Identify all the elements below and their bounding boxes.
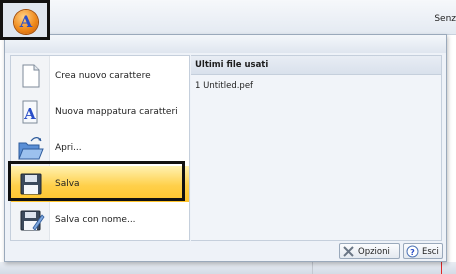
menu-item-label: Salva con nome...	[55, 215, 136, 225]
menu-item-label: Crea nuovo carattere	[55, 71, 151, 81]
exit-button[interactable]: ? Esci	[403, 243, 443, 259]
open-folder-icon	[11, 130, 49, 166]
title-bar: Senz	[0, 0, 456, 35]
options-button[interactable]: Opzioni	[339, 243, 400, 259]
window-bottom-bar	[0, 262, 456, 274]
options-label: Opzioni	[358, 247, 390, 257]
recent-files-header: Ultimi file usati	[191, 56, 441, 75]
menu-footer: Opzioni ? Esci	[5, 241, 446, 261]
application-button[interactable]: A	[14, 10, 38, 34]
application-button-frame: A	[0, 0, 50, 40]
menu-item-label: Apri...	[55, 143, 82, 153]
options-icon	[342, 245, 355, 258]
menu-header-strip	[5, 35, 446, 53]
save-disk-icon	[11, 166, 49, 202]
menu-item-save-as[interactable]: Salva con nome...	[11, 202, 189, 238]
menu-command-list: Crea nuovo carattere A Nuova mappatura c…	[10, 55, 190, 241]
svg-text:?: ?	[410, 248, 415, 257]
svg-text:A: A	[23, 105, 36, 123]
document-title: Senz	[434, 14, 456, 24]
recent-files-panel: Ultimi file usati 1 Untitled.pef	[191, 55, 442, 241]
save-as-icon	[11, 202, 49, 238]
app-logo-icon: A	[19, 12, 33, 31]
menu-item-new-character[interactable]: Crea nuovo carattere	[11, 58, 189, 94]
recent-file-item[interactable]: 1 Untitled.pef	[191, 75, 441, 91]
menu-item-label: Nuova mappatura caratteri	[55, 107, 178, 117]
menu-item-save[interactable]: Salva	[11, 166, 189, 202]
font-mapping-icon: A	[11, 94, 49, 130]
help-exit-icon: ?	[406, 245, 419, 258]
menu-item-new-mapping[interactable]: A Nuova mappatura caratteri	[11, 94, 189, 130]
menu-item-label: Salva	[55, 179, 80, 189]
new-document-icon	[11, 58, 49, 94]
application-menu: Crea nuovo carattere A Nuova mappatura c…	[4, 34, 447, 262]
exit-label: Esci	[422, 247, 439, 257]
menu-item-open[interactable]: Apri...	[11, 130, 189, 166]
